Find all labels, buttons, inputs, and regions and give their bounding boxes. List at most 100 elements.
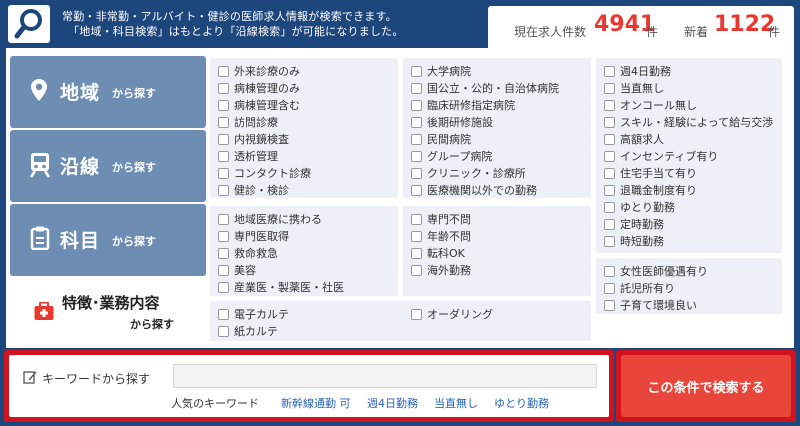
- checkbox[interactable]: [218, 100, 229, 111]
- checkbox-option[interactable]: オンコール無し: [604, 97, 782, 114]
- checkbox[interactable]: [218, 309, 229, 320]
- checkbox-option[interactable]: 医療機関以外での勤務: [411, 182, 591, 199]
- checkbox[interactable]: [411, 83, 422, 94]
- checkbox-option[interactable]: 国公立・公的・自治体病院: [411, 80, 591, 97]
- checkbox[interactable]: [604, 236, 615, 247]
- tab-line[interactable]: 沿線 から探す: [10, 130, 206, 202]
- checkbox[interactable]: [218, 117, 229, 128]
- checkbox-option[interactable]: オーダリング: [411, 306, 493, 323]
- checkbox-option[interactable]: 住宅手当て有り: [604, 165, 782, 182]
- checkbox[interactable]: [218, 83, 229, 94]
- checkbox-option[interactable]: 当直無し: [604, 80, 782, 97]
- checkbox-option[interactable]: クリニック・診療所: [411, 165, 591, 182]
- checkbox-option[interactable]: 産業医・製薬医・社医: [218, 279, 398, 296]
- checkbox[interactable]: [604, 185, 615, 196]
- checkbox[interactable]: [411, 168, 422, 179]
- checkbox-option[interactable]: 女性医師優遇有り: [604, 263, 782, 280]
- checkbox[interactable]: [604, 283, 615, 294]
- checkbox[interactable]: [218, 231, 229, 242]
- checkbox-option[interactable]: 救命救急: [218, 245, 398, 262]
- checkbox[interactable]: [411, 66, 422, 77]
- checkbox-option[interactable]: 電子カルテ: [218, 306, 289, 323]
- tab-department[interactable]: 科目 から探す: [10, 204, 206, 276]
- checkbox[interactable]: [604, 134, 615, 145]
- checkbox-option[interactable]: 外来診療のみ: [218, 63, 398, 80]
- checkbox[interactable]: [604, 266, 615, 277]
- checkbox-option[interactable]: 専門不問: [411, 211, 591, 228]
- checkbox-label: 子育て環境良い: [620, 299, 697, 312]
- checkbox-option[interactable]: 病棟管理含む: [218, 97, 398, 114]
- checkbox-option[interactable]: 臨床研修指定病院: [411, 97, 591, 114]
- checkbox[interactable]: [604, 151, 615, 162]
- checkbox[interactable]: [218, 326, 229, 337]
- checkbox-option[interactable]: コンタクト診療: [218, 165, 398, 182]
- checkbox[interactable]: [218, 66, 229, 77]
- checkbox-option[interactable]: 病棟管理のみ: [218, 80, 398, 97]
- checkbox[interactable]: [218, 185, 229, 196]
- checkbox-option[interactable]: 内視鏡検査: [218, 131, 398, 148]
- checkbox-label: 美容: [234, 264, 256, 277]
- checkbox-option[interactable]: 退職金制度有り: [604, 182, 782, 199]
- checkbox-option[interactable]: ゆとり勤務: [604, 199, 782, 216]
- checkbox[interactable]: [411, 265, 422, 276]
- checkbox-option[interactable]: 民間病院: [411, 131, 591, 148]
- popular-keyword-link[interactable]: 当直無し: [434, 395, 478, 411]
- checkbox[interactable]: [604, 66, 615, 77]
- checkbox-label: オーダリング: [427, 308, 493, 321]
- checkbox[interactable]: [604, 168, 615, 179]
- checkbox-option[interactable]: スキル・経験によって給与交渉: [604, 114, 782, 131]
- checkbox-option[interactable]: 後期研修施設: [411, 114, 591, 131]
- checkbox-option[interactable]: グループ病院: [411, 148, 591, 165]
- checkbox[interactable]: [218, 134, 229, 145]
- checkbox-option[interactable]: 訪問診療: [218, 114, 398, 131]
- checkbox[interactable]: [411, 134, 422, 145]
- checkbox[interactable]: [604, 202, 615, 213]
- checkbox[interactable]: [411, 185, 422, 196]
- checkbox-option[interactable]: 専門医取得: [218, 228, 398, 245]
- checkbox-option[interactable]: 託児所有り: [604, 280, 782, 297]
- option-group-work-type: 外来診療のみ 病棟管理のみ 病棟管理含む 訪問診療 内視鏡検査 透析管理 コンタクト診療 健診…: [210, 58, 398, 198]
- checkbox-option[interactable]: 子育て環境良い: [604, 297, 782, 314]
- popular-keyword-link[interactable]: 新幹線通勤 可: [281, 395, 351, 411]
- popular-keyword-link[interactable]: 週4日勤務: [367, 395, 418, 411]
- checkbox[interactable]: [218, 248, 229, 259]
- checkbox-option[interactable]: インセンティブ有り: [604, 148, 782, 165]
- checkbox-option[interactable]: 時短勤務: [604, 233, 782, 250]
- checkbox-option[interactable]: 地域医療に携わる: [218, 211, 398, 228]
- checkbox-option[interactable]: 高額求人: [604, 131, 782, 148]
- keyword-input[interactable]: [173, 364, 597, 388]
- checkbox[interactable]: [411, 248, 422, 259]
- checkbox-option[interactable]: 透析管理: [218, 148, 398, 165]
- checkbox[interactable]: [411, 309, 422, 320]
- tab-area[interactable]: 地域 から探す: [10, 56, 206, 128]
- checkbox[interactable]: [604, 300, 615, 311]
- checkbox[interactable]: [411, 151, 422, 162]
- checkbox-option[interactable]: 海外勤務: [411, 262, 591, 279]
- checkbox-option[interactable]: 美容: [218, 262, 398, 279]
- checkbox[interactable]: [218, 214, 229, 225]
- search-button[interactable]: この条件で検索する: [621, 355, 791, 417]
- checkbox[interactable]: [218, 265, 229, 276]
- checkbox-option[interactable]: 紙カルテ: [218, 323, 289, 340]
- checkbox[interactable]: [604, 100, 615, 111]
- checkbox-option[interactable]: 大学病院: [411, 63, 591, 80]
- checkbox[interactable]: [604, 219, 615, 230]
- popular-keyword-link[interactable]: ゆとり勤務: [494, 395, 549, 411]
- checkbox[interactable]: [604, 117, 615, 128]
- checkbox[interactable]: [218, 168, 229, 179]
- tab-line-title: 沿線: [60, 156, 101, 178]
- checkbox[interactable]: [411, 100, 422, 111]
- checkbox[interactable]: [604, 83, 615, 94]
- checkbox[interactable]: [218, 151, 229, 162]
- checkbox[interactable]: [411, 117, 422, 128]
- checkbox-label: 退職金制度有り: [620, 184, 697, 197]
- checkbox[interactable]: [411, 214, 422, 225]
- checkbox[interactable]: [411, 231, 422, 242]
- checkbox-option[interactable]: 年齢不問: [411, 228, 591, 245]
- tab-features[interactable]: 特徴･業務内容 から探す: [10, 278, 206, 342]
- checkbox[interactable]: [218, 282, 229, 293]
- checkbox-option[interactable]: 週4日勤務: [604, 63, 782, 80]
- checkbox-option[interactable]: 定時勤務: [604, 216, 782, 233]
- checkbox-option[interactable]: 健診・検診: [218, 182, 398, 199]
- checkbox-option[interactable]: 転科OK: [411, 245, 591, 262]
